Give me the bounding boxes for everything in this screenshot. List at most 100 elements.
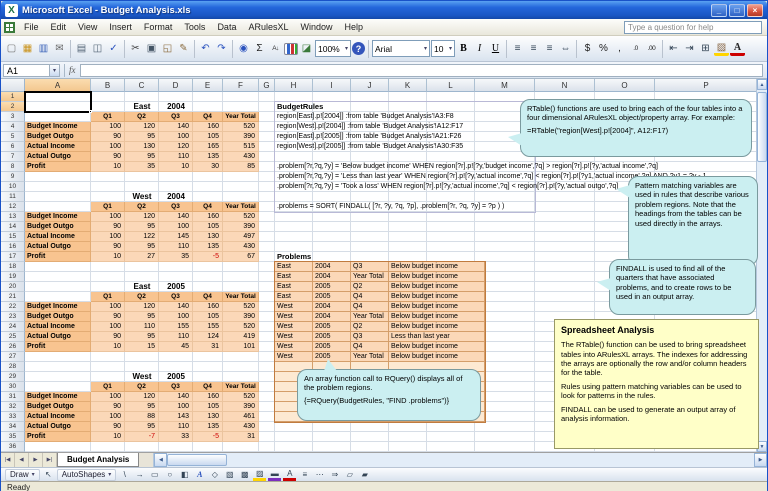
cell-C2[interactable]: East bbox=[125, 102, 159, 112]
row-header-25[interactable]: 25 bbox=[1, 332, 25, 342]
cell-B26[interactable]: 10 bbox=[91, 342, 125, 352]
cell-F13[interactable]: 520 bbox=[223, 212, 259, 222]
cell-A15[interactable]: Actual Income bbox=[25, 232, 91, 242]
column-header-J[interactable]: J bbox=[351, 79, 389, 92]
row-header-21[interactable]: 21 bbox=[1, 292, 25, 302]
percent-icon[interactable]: % bbox=[596, 41, 611, 57]
rule-text[interactable]: .problem[?r,?q,?y] = 'Below budget incom… bbox=[277, 162, 658, 172]
cell-A26[interactable]: Profit bbox=[25, 342, 91, 352]
name-box-dropdown-icon[interactable]: ▾ bbox=[49, 64, 60, 77]
row-header-34[interactable]: 34 bbox=[1, 422, 25, 432]
drawing-icon[interactable]: ◪ bbox=[299, 41, 314, 57]
cell-E33[interactable]: 130 bbox=[193, 412, 223, 422]
maximize-button[interactable]: □ bbox=[729, 4, 745, 17]
cell-F16[interactable]: 430 bbox=[223, 242, 259, 252]
sheet-nav-last[interactable]: ▶| bbox=[43, 453, 57, 467]
row-header-8[interactable]: 8 bbox=[1, 162, 25, 172]
cell-D12[interactable]: Q3 bbox=[159, 202, 193, 212]
comma-style-icon[interactable]: , bbox=[612, 41, 627, 57]
cell-D23[interactable]: 100 bbox=[159, 312, 193, 322]
row-header-20[interactable]: 20 bbox=[1, 282, 25, 292]
column-header-P[interactable]: P bbox=[655, 79, 758, 92]
cell-A25[interactable]: Actual Outgo bbox=[25, 332, 91, 342]
problem-cell[interactable]: 2005 bbox=[313, 322, 351, 332]
scroll-up-button[interactable]: ▲ bbox=[757, 79, 767, 90]
cell-C7[interactable]: 95 bbox=[125, 152, 159, 162]
cell-D24[interactable]: 155 bbox=[159, 322, 193, 332]
cell-B14[interactable]: 90 bbox=[91, 222, 125, 232]
line-icon[interactable]: \ bbox=[118, 469, 131, 481]
cell-E21[interactable]: Q4 bbox=[193, 292, 223, 302]
problem-cell[interactable]: Q3 bbox=[351, 262, 389, 272]
cell-E30[interactable]: Q4 bbox=[193, 382, 223, 392]
help-icon[interactable]: ? bbox=[352, 42, 365, 55]
cell-B13[interactable]: 100 bbox=[91, 212, 125, 222]
row-header-28[interactable]: 28 bbox=[1, 362, 25, 372]
print-icon[interactable]: ▤ bbox=[74, 41, 89, 57]
name-box[interactable]: A1 bbox=[3, 64, 49, 77]
cell-D21[interactable]: Q3 bbox=[159, 292, 193, 302]
row-header-27[interactable]: 27 bbox=[1, 352, 25, 362]
cell-C26[interactable]: 15 bbox=[125, 342, 159, 352]
cell-B24[interactable]: 100 bbox=[91, 322, 125, 332]
cell-D26[interactable]: 45 bbox=[159, 342, 193, 352]
cell-F5[interactable]: 390 bbox=[223, 132, 259, 142]
column-header-G[interactable]: G bbox=[259, 79, 275, 92]
problem-cell[interactable]: West bbox=[275, 312, 313, 322]
cell-A34[interactable]: Actual Outgo bbox=[25, 422, 91, 432]
cell-E13[interactable]: 160 bbox=[193, 212, 223, 222]
scroll-right-button[interactable]: ▶ bbox=[754, 453, 767, 467]
rule-text[interactable]: .problems = SORT( FINDALL( [?r, ?y, ?q, … bbox=[277, 202, 504, 212]
cell-F15[interactable]: 497 bbox=[223, 232, 259, 242]
cell-C24[interactable]: 110 bbox=[125, 322, 159, 332]
horizontal-scroll-track[interactable] bbox=[227, 453, 754, 467]
cell-C17[interactable]: 27 bbox=[125, 252, 159, 262]
currency-icon[interactable]: $ bbox=[580, 41, 595, 57]
row-header-3[interactable]: 3 bbox=[1, 112, 25, 122]
cell-B32[interactable]: 90 bbox=[91, 402, 125, 412]
cell-E7[interactable]: 135 bbox=[193, 152, 223, 162]
cell-F22[interactable]: 520 bbox=[223, 302, 259, 312]
increase-indent-icon[interactable]: ⇥ bbox=[682, 41, 697, 57]
cell-D22[interactable]: 140 bbox=[159, 302, 193, 312]
problem-cell[interactable]: Less than last year bbox=[389, 332, 485, 342]
cell-E5[interactable]: 105 bbox=[193, 132, 223, 142]
cell-B21[interactable]: Q1 bbox=[91, 292, 125, 302]
cell-D34[interactable]: 110 bbox=[159, 422, 193, 432]
font-color-icon[interactable]: A bbox=[730, 41, 745, 56]
save-icon[interactable]: ▥ bbox=[36, 41, 51, 57]
cell-A23[interactable]: Budget Outgo bbox=[25, 312, 91, 322]
cell-C22[interactable]: 120 bbox=[125, 302, 159, 312]
cell-B31[interactable]: 100 bbox=[91, 392, 125, 402]
problem-cell[interactable]: East bbox=[275, 272, 313, 282]
insert-function-icon[interactable]: fx bbox=[69, 65, 76, 75]
cell-D33[interactable]: 143 bbox=[159, 412, 193, 422]
minimize-button[interactable]: _ bbox=[711, 4, 727, 17]
underline-icon[interactable]: U bbox=[488, 41, 503, 57]
cell-A8[interactable]: Profit bbox=[25, 162, 91, 172]
fill-handle[interactable] bbox=[89, 110, 92, 113]
menu-view[interactable]: View bbox=[72, 21, 103, 33]
problem-cell[interactable]: West bbox=[275, 322, 313, 332]
cell-F35[interactable]: 31 bbox=[223, 432, 259, 442]
cell-D30[interactable]: Q3 bbox=[159, 382, 193, 392]
cell-A6[interactable]: Actual Income bbox=[25, 142, 91, 152]
chart-wizard-icon[interactable] bbox=[284, 43, 298, 55]
rule-text[interactable]: region[West].p![2005]] :from table 'Budg… bbox=[277, 142, 463, 152]
cell-A7[interactable]: Actual Outgo bbox=[25, 152, 91, 162]
cell-D3[interactable]: Q3 bbox=[159, 112, 193, 122]
row-header-17[interactable]: 17 bbox=[1, 252, 25, 262]
format-painter-icon[interactable]: ✎ bbox=[176, 41, 191, 57]
row-header-19[interactable]: 19 bbox=[1, 272, 25, 282]
menu-insert[interactable]: Insert bbox=[103, 21, 138, 33]
cell-E17[interactable]: -5 bbox=[193, 252, 223, 262]
column-header-M[interactable]: M bbox=[475, 79, 535, 92]
cell-E23[interactable]: 105 bbox=[193, 312, 223, 322]
problem-cell[interactable]: 2004 bbox=[313, 312, 351, 322]
zoom-select-dropdown-icon[interactable]: ▾ bbox=[345, 45, 348, 52]
cell-C31[interactable]: 120 bbox=[125, 392, 159, 402]
cell-C33[interactable]: 88 bbox=[125, 412, 159, 422]
problem-cell[interactable]: Below budget income bbox=[389, 272, 485, 282]
rule-text[interactable]: .problem[?r,?q,?y] = 'Took a loss' WHEN … bbox=[277, 182, 618, 192]
autosum-icon[interactable]: Σ bbox=[252, 41, 267, 57]
